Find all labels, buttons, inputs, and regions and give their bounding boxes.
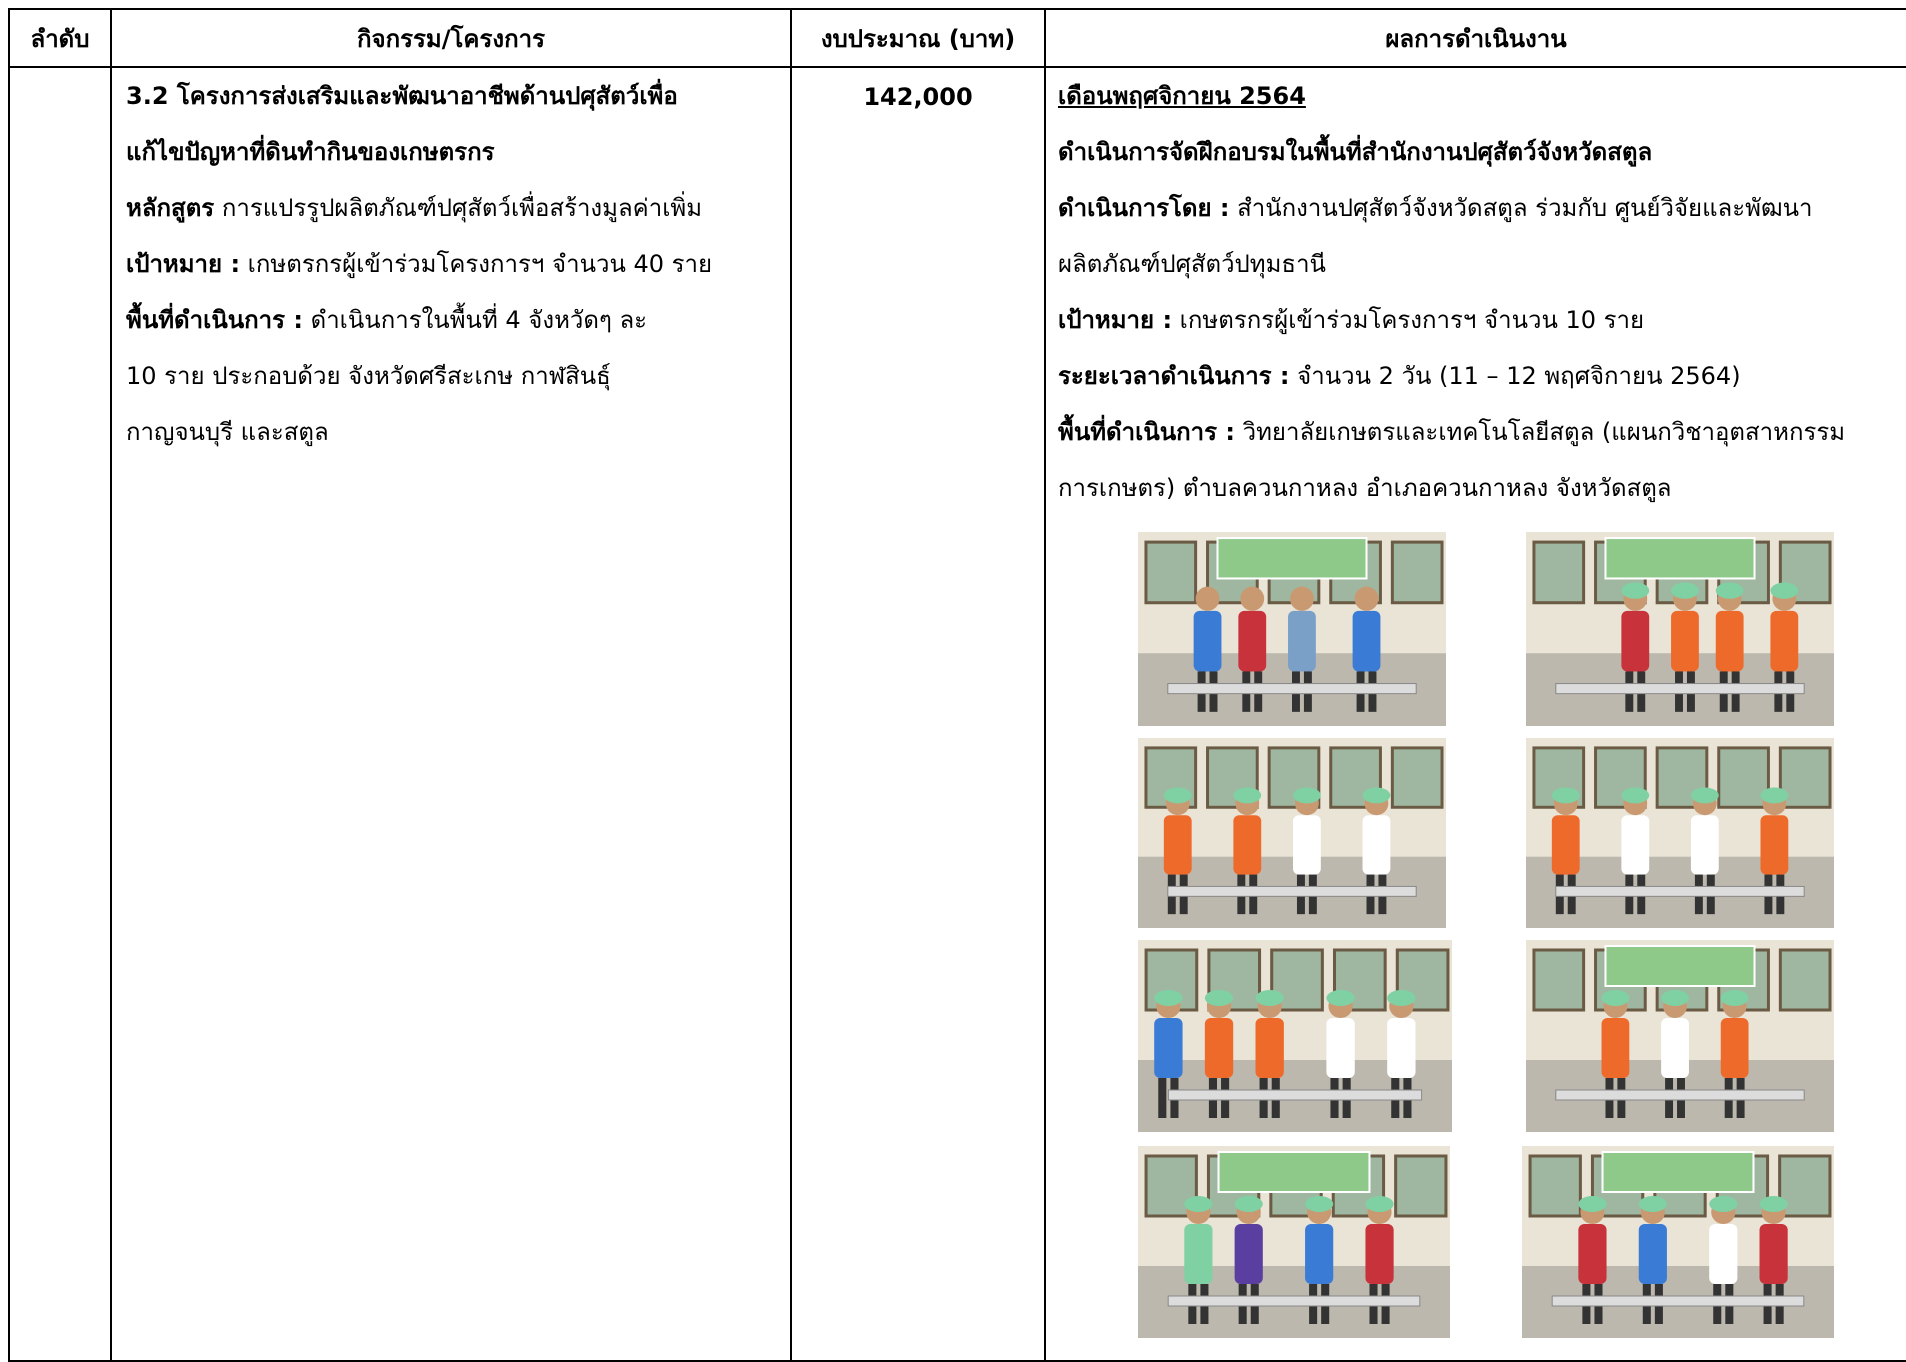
photo-illustration [1522,1146,1834,1338]
photo-illustration [1138,532,1446,726]
results-cell: เดือนพฤศจิกายน 2564 ดำเนินการจัดฝึกอบรมใ… [1044,66,1906,1362]
photo-illustration [1138,738,1446,928]
course-line: หลักสูตร การแปรรูปผลิตภัณฑ์ปศุสัตว์เพื่อ… [126,180,790,236]
header-activity: กิจกรรม/โครงการ [110,8,792,68]
table-row: 3.2 โครงการส่งเสริมและพัฒนาอาชีพด้านปศุส… [8,66,1906,1362]
budget-value: 142,000 [863,83,973,111]
order-cell [8,66,112,1362]
results-area-label: พื้นที่ดำเนินการ : [1058,418,1235,446]
target-label: เป้าหมาย : [126,250,241,278]
training-photo-1 [1138,532,1446,726]
training-photo-6 [1526,940,1834,1132]
results-target-label: เป้าหมาย : [1058,306,1173,334]
results-period-label: ระยะเวลาดำเนินการ : [1058,362,1290,390]
area-value: ดำเนินการในพื้นที่ 4 จังหวัดๆ ละ [302,306,648,334]
results-month: เดือนพฤศจิกายน 2564 [1058,82,1306,110]
results-target-line: เป้าหมาย : เกษตรกรผู้เข้าร่วมโครงการฯ จำ… [1058,292,1906,348]
target-value: เกษตรกรผู้เข้าร่วมโครงการฯ จำนวน 40 ราย [240,250,713,278]
training-photo-7 [1138,1146,1450,1338]
results-area-line-2: การเกษตร) ตำบลควนกาหลง อำเภอควนกาหลง จัง… [1058,474,1672,502]
results-headline: ดำเนินการจัดฝึกอบรมในพื้นที่สำนักงานปศุส… [1058,138,1653,166]
course-label: หลักสูตร [126,194,215,222]
area-label: พื้นที่ดำเนินการ : [126,306,303,334]
training-photo-3 [1138,738,1446,928]
results-target-value: เกษตรกรผู้เข้าร่วมโครงการฯ จำนวน 10 ราย [1172,306,1645,334]
training-photo-2 [1526,532,1834,726]
results-period-value: จำนวน 2 วัน (11 – 12 พฤศจิกายน 2564) [1289,362,1741,390]
area-line-2: 10 ราย ประกอบด้วย จังหวัดศรีสะเกษ กาฬสิน… [126,362,611,390]
photo-illustration [1526,532,1834,726]
training-photo-4 [1526,738,1834,928]
header-results: ผลการดำเนินงาน [1044,8,1906,68]
table-header-row: ลำดับ กิจกรรม/โครงการ งบประมาณ (บาท) ผลก… [8,8,1906,68]
photo-illustration [1526,738,1834,928]
results-by-line: ดำเนินการโดย : สำนักงานปศุสัตว์จังหวัดสต… [1058,180,1906,236]
photo-illustration [1138,940,1452,1132]
area-line-3: กาญจนบุรี และสตูล [126,418,329,446]
header-budget: งบประมาณ (บาท) [790,8,1046,68]
training-photo-8 [1522,1146,1834,1338]
photo-illustration [1526,940,1834,1132]
training-photo-5 [1138,940,1452,1132]
results-area-value: วิทยาลัยเกษตรและเทคโนโลยีสตูล (แผนกวิชาอ… [1234,418,1846,446]
photo-illustration [1138,1146,1450,1338]
report-table: ลำดับ กิจกรรม/โครงการ งบประมาณ (บาท) ผลก… [8,8,1906,1362]
budget-cell: 142,000 [790,66,1046,1362]
area-line: พื้นที่ดำเนินการ : ดำเนินการในพื้นที่ 4 … [126,292,790,348]
results-by-label: ดำเนินการโดย : [1058,194,1230,222]
header-order: ลำดับ [8,8,112,68]
target-line: เป้าหมาย : เกษตรกรผู้เข้าร่วมโครงการฯ จำ… [126,236,790,292]
course-value: การแปรรูปผลิตภัณฑ์ปศุสัตว์เพื่อสร้างมูลค… [214,194,703,222]
results-by-value: สำนักงานปศุสัตว์จังหวัดสตูล ร่วมกับ ศูนย… [1229,194,1813,222]
activity-title-line2: แก้ไขปัญหาที่ดินทำกินของเกษตรกร [126,138,495,166]
training-photo-grid [1058,526,1906,1356]
results-period-line: ระยะเวลาดำเนินการ : จำนวน 2 วัน (11 – 12… [1058,348,1906,404]
results-by-line-2: ผลิตภัณฑ์ปศุสัตว์ปทุมธานี [1058,250,1326,278]
activity-cell: 3.2 โครงการส่งเสริมและพัฒนาอาชีพด้านปศุส… [110,66,792,1362]
results-area-line: พื้นที่ดำเนินการ : วิทยาลัยเกษตรและเทคโน… [1058,404,1906,460]
activity-title-line1: 3.2 โครงการส่งเสริมและพัฒนาอาชีพด้านปศุส… [126,82,678,110]
